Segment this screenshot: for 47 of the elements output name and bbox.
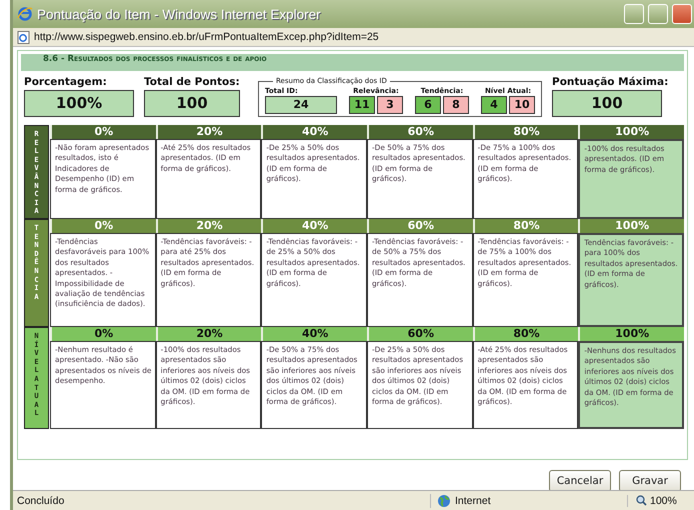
- count-value: 6: [415, 96, 441, 114]
- percent-header: 100%: [578, 125, 684, 139]
- percent-header: 40%: [261, 219, 367, 233]
- percent-header: 0%: [50, 125, 156, 139]
- count-value: 8: [443, 96, 469, 114]
- window-title: Pontuação do Item - Windows Internet Explorer: [37, 6, 322, 22]
- page-icon: [17, 30, 30, 44]
- field-label: Total de Pontos:: [144, 76, 240, 88]
- percent-header: 80%: [472, 327, 578, 341]
- percent-header: 40%: [261, 327, 367, 341]
- action-button[interactable]: Gravar: [619, 470, 681, 492]
- percent-header: 80%: [472, 125, 578, 139]
- percent-header: 20%: [156, 219, 262, 233]
- count-value: 24: [265, 96, 337, 114]
- percent-header: 0%: [50, 327, 156, 341]
- close-button[interactable]: [672, 4, 692, 24]
- percent-header: 60%: [366, 219, 473, 233]
- browser-icon: [17, 6, 33, 22]
- percent-header: 0%: [50, 219, 156, 233]
- percent-header: 20%: [156, 327, 262, 341]
- percent-header: 40%: [261, 125, 367, 139]
- field-label: Porcentagem:: [24, 76, 108, 88]
- maximize-button[interactable]: [648, 4, 668, 24]
- action-button[interactable]: Cancelar: [549, 470, 611, 492]
- section-title: 8.6 - Resultados dos processos finalísticos e de apoio: [21, 54, 684, 71]
- score-value: 100: [552, 90, 662, 117]
- count-value: 4: [481, 96, 507, 114]
- count-value: 11: [349, 96, 375, 114]
- percent-header: 100%: [578, 327, 684, 341]
- count-value: 3: [377, 96, 403, 114]
- minimize-button[interactable]: [624, 4, 644, 24]
- score-value: 100%: [24, 90, 134, 117]
- status-text: Concluído: [16, 494, 66, 506]
- zone-text: Internet: [455, 494, 491, 506]
- magnifier-icon: [636, 495, 647, 506]
- percent-header: 60%: [366, 125, 473, 139]
- percent-header: 100%: [578, 219, 684, 233]
- zoom-control[interactable]: 100%: [627, 494, 694, 506]
- percent-header: 80%: [472, 219, 578, 233]
- percent-header: 60%: [366, 327, 473, 341]
- address-bar[interactable]: http://www.sispegweb.ensino.eb.br/uFrmPontuaItemExcep.php?idItem=25: [13, 28, 694, 47]
- url-text: http://www.sispegweb.ensino.eb.br/uFrmPontuaItemExcep.php?idItem=25: [34, 31, 379, 43]
- score-value: 100: [144, 90, 240, 117]
- field-label: Pontuação Máxima:: [552, 76, 668, 88]
- globe-icon: [437, 494, 451, 508]
- count-value: 10: [509, 96, 535, 114]
- percent-header: 20%: [156, 125, 262, 139]
